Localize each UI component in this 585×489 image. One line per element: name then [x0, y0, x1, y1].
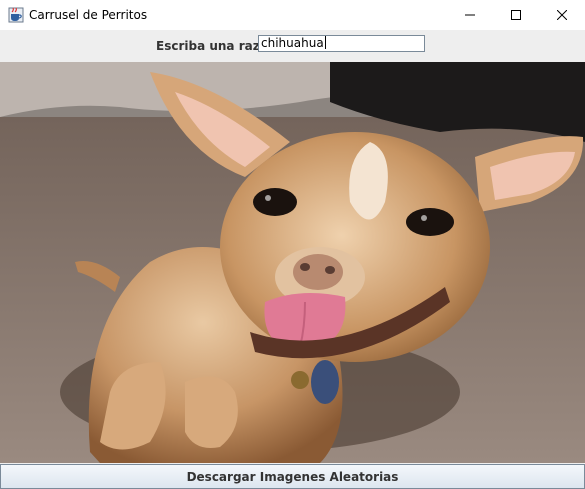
chihuahua-image: [0, 62, 585, 463]
download-button-label: Descargar Imagenes Aleatorias: [186, 469, 399, 484]
text-caret: [324, 36, 326, 49]
window-title: Carrusel de Perritos: [29, 8, 148, 22]
close-button[interactable]: [539, 0, 585, 30]
breed-input[interactable]: chihuahua: [258, 35, 425, 52]
download-random-images-button[interactable]: Descargar Imagenes Aleatorias: [0, 464, 585, 489]
title-bar[interactable]: Carrusel de Perritos: [0, 0, 585, 30]
close-icon: [557, 10, 567, 20]
minimize-button[interactable]: [447, 0, 493, 30]
minimize-icon: [465, 14, 475, 16]
maximize-icon: [511, 10, 521, 20]
java-cup-icon: [8, 7, 24, 23]
maximize-button[interactable]: [493, 0, 539, 30]
breed-input-value: chihuahua: [261, 36, 324, 50]
dog-photo: [0, 62, 585, 463]
breed-label: Escriba una raza:: [156, 39, 273, 53]
